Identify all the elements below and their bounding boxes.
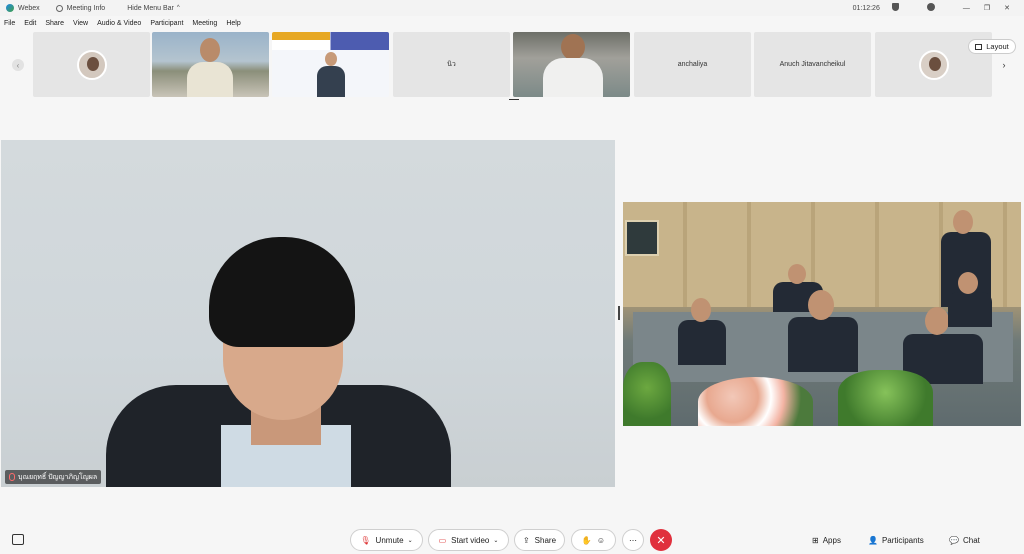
secondary-video[interactable] — [623, 202, 1021, 426]
participants-icon: 👤 — [868, 535, 878, 545]
participants-button[interactable]: 👤 Participants — [868, 532, 924, 548]
meeting-info-label: Meeting Info — [66, 4, 106, 12]
unmute-button[interactable]: 🎙 Unmute ⌄ — [350, 529, 423, 551]
main-speaker-video[interactable]: บุณยฤทธิ์ ปัญญาภิญโญผล — [1, 140, 615, 487]
active-speaker-indicator — [509, 99, 519, 100]
leave-meeting-button[interactable]: ✕ — [650, 529, 672, 551]
more-options-button[interactable]: ⋯ — [622, 529, 644, 551]
participant-video — [187, 38, 233, 97]
raise-hand-icon: ✋ — [581, 535, 592, 545]
start-video-button[interactable]: ▭ Start video ⌄ — [428, 529, 509, 551]
meeting-info-button[interactable]: Meeting Info — [55, 4, 106, 12]
menu-meeting[interactable]: Meeting — [192, 20, 217, 27]
speaker-name: บุณยฤทธิ์ ปัญญาภิญโญผล — [18, 473, 98, 481]
menu-file[interactable]: File — [4, 20, 15, 27]
participants-label: Participants — [881, 535, 924, 545]
avatar — [76, 49, 107, 80]
start-video-label: Start video — [451, 535, 490, 545]
info-circle-icon[interactable] — [926, 3, 949, 13]
share-label: Share — [534, 535, 557, 545]
participant-video — [543, 34, 603, 97]
menu-audio-video[interactable]: Audio & Video — [97, 20, 141, 27]
apps-button[interactable]: ⊞ Apps — [812, 532, 841, 548]
menu-bar: File Edit Share View Audio & Video Parti… — [0, 16, 1024, 31]
participant-tile[interactable]: anchaliya — [634, 32, 751, 97]
close-window-button[interactable]: ✕ — [1004, 4, 1010, 12]
hide-menu-bar-button[interactable]: Hide Menu Bar ^ — [127, 5, 180, 12]
captions-icon[interactable] — [12, 534, 24, 545]
title-bar: Webex Meeting Info Hide Menu Bar ^ 01:12… — [0, 0, 1024, 16]
chat-label: Chat — [962, 535, 980, 545]
app-title: Webex — [18, 4, 40, 12]
menu-help[interactable]: Help — [226, 20, 240, 27]
info-icon — [55, 4, 63, 12]
participant-tile[interactable] — [33, 32, 150, 97]
menu-view[interactable]: View — [73, 20, 88, 27]
reactions-button[interactable]: ✋ ☺ — [571, 529, 616, 551]
filmstrip-next-button[interactable]: › — [998, 59, 1010, 71]
share-button[interactable]: ⇪ Share — [514, 529, 565, 551]
restore-button[interactable]: ❐ — [984, 4, 990, 12]
chevron-up-icon: ^ — [176, 5, 180, 11]
layout-button[interactable]: Layout — [968, 39, 1016, 54]
apps-icon: ⊞ — [812, 535, 819, 545]
menu-edit[interactable]: Edit — [24, 20, 36, 27]
speaker-name-tag: บุณยฤทธิ์ ปัญญาภิญโญผล — [5, 470, 102, 484]
layout-grid-icon — [975, 43, 983, 50]
shield-icon — [891, 3, 913, 13]
window-controls: 01:12:26 — ❐ ✕ — [853, 0, 1024, 16]
participant-tile[interactable] — [513, 32, 630, 97]
unmute-label: Unmute — [375, 535, 404, 545]
chevron-down-icon[interactable]: ⌄ — [408, 537, 413, 544]
reaction-icon: ☺ — [596, 535, 606, 545]
split-handle[interactable] — [618, 306, 620, 320]
participant-name: นิว — [447, 61, 456, 68]
layout-label: Layout — [986, 42, 1009, 51]
filmstrip-prev-button[interactable]: ‹ — [12, 59, 24, 71]
participant-tile[interactable] — [152, 32, 269, 97]
mic-muted-icon — [9, 473, 15, 481]
chat-button[interactable]: 💬 Chat — [949, 532, 980, 548]
mic-off-icon: 🎙 — [360, 535, 371, 545]
participant-name: Anuch Jitavancheikul — [779, 61, 846, 68]
chat-icon: 💬 — [949, 535, 959, 545]
video-off-icon: ▭ — [438, 535, 447, 545]
avatar — [918, 49, 949, 80]
webex-logo-icon — [6, 4, 14, 12]
close-icon: ✕ — [656, 534, 666, 547]
participant-tile[interactable] — [272, 32, 389, 97]
participant-tile[interactable]: Anuch Jitavancheikul — [754, 32, 871, 97]
participant-video — [317, 52, 345, 97]
more-icon: ⋯ — [629, 535, 637, 545]
minimize-button[interactable]: — — [963, 5, 970, 12]
meeting-timer: 01:12:26 — [852, 4, 880, 12]
share-icon: ⇪ — [522, 535, 530, 545]
participant-tile[interactable]: นิว — [393, 32, 510, 97]
webex-app: Webex — [6, 4, 40, 12]
apps-label: Apps — [822, 535, 841, 545]
menu-participant[interactable]: Participant — [150, 20, 183, 27]
hide-menu-label: Hide Menu Bar — [127, 4, 174, 12]
menu-share[interactable]: Share — [45, 20, 64, 27]
chevron-down-icon[interactable]: ⌄ — [493, 537, 498, 544]
participant-name: anchaliya — [677, 61, 708, 68]
